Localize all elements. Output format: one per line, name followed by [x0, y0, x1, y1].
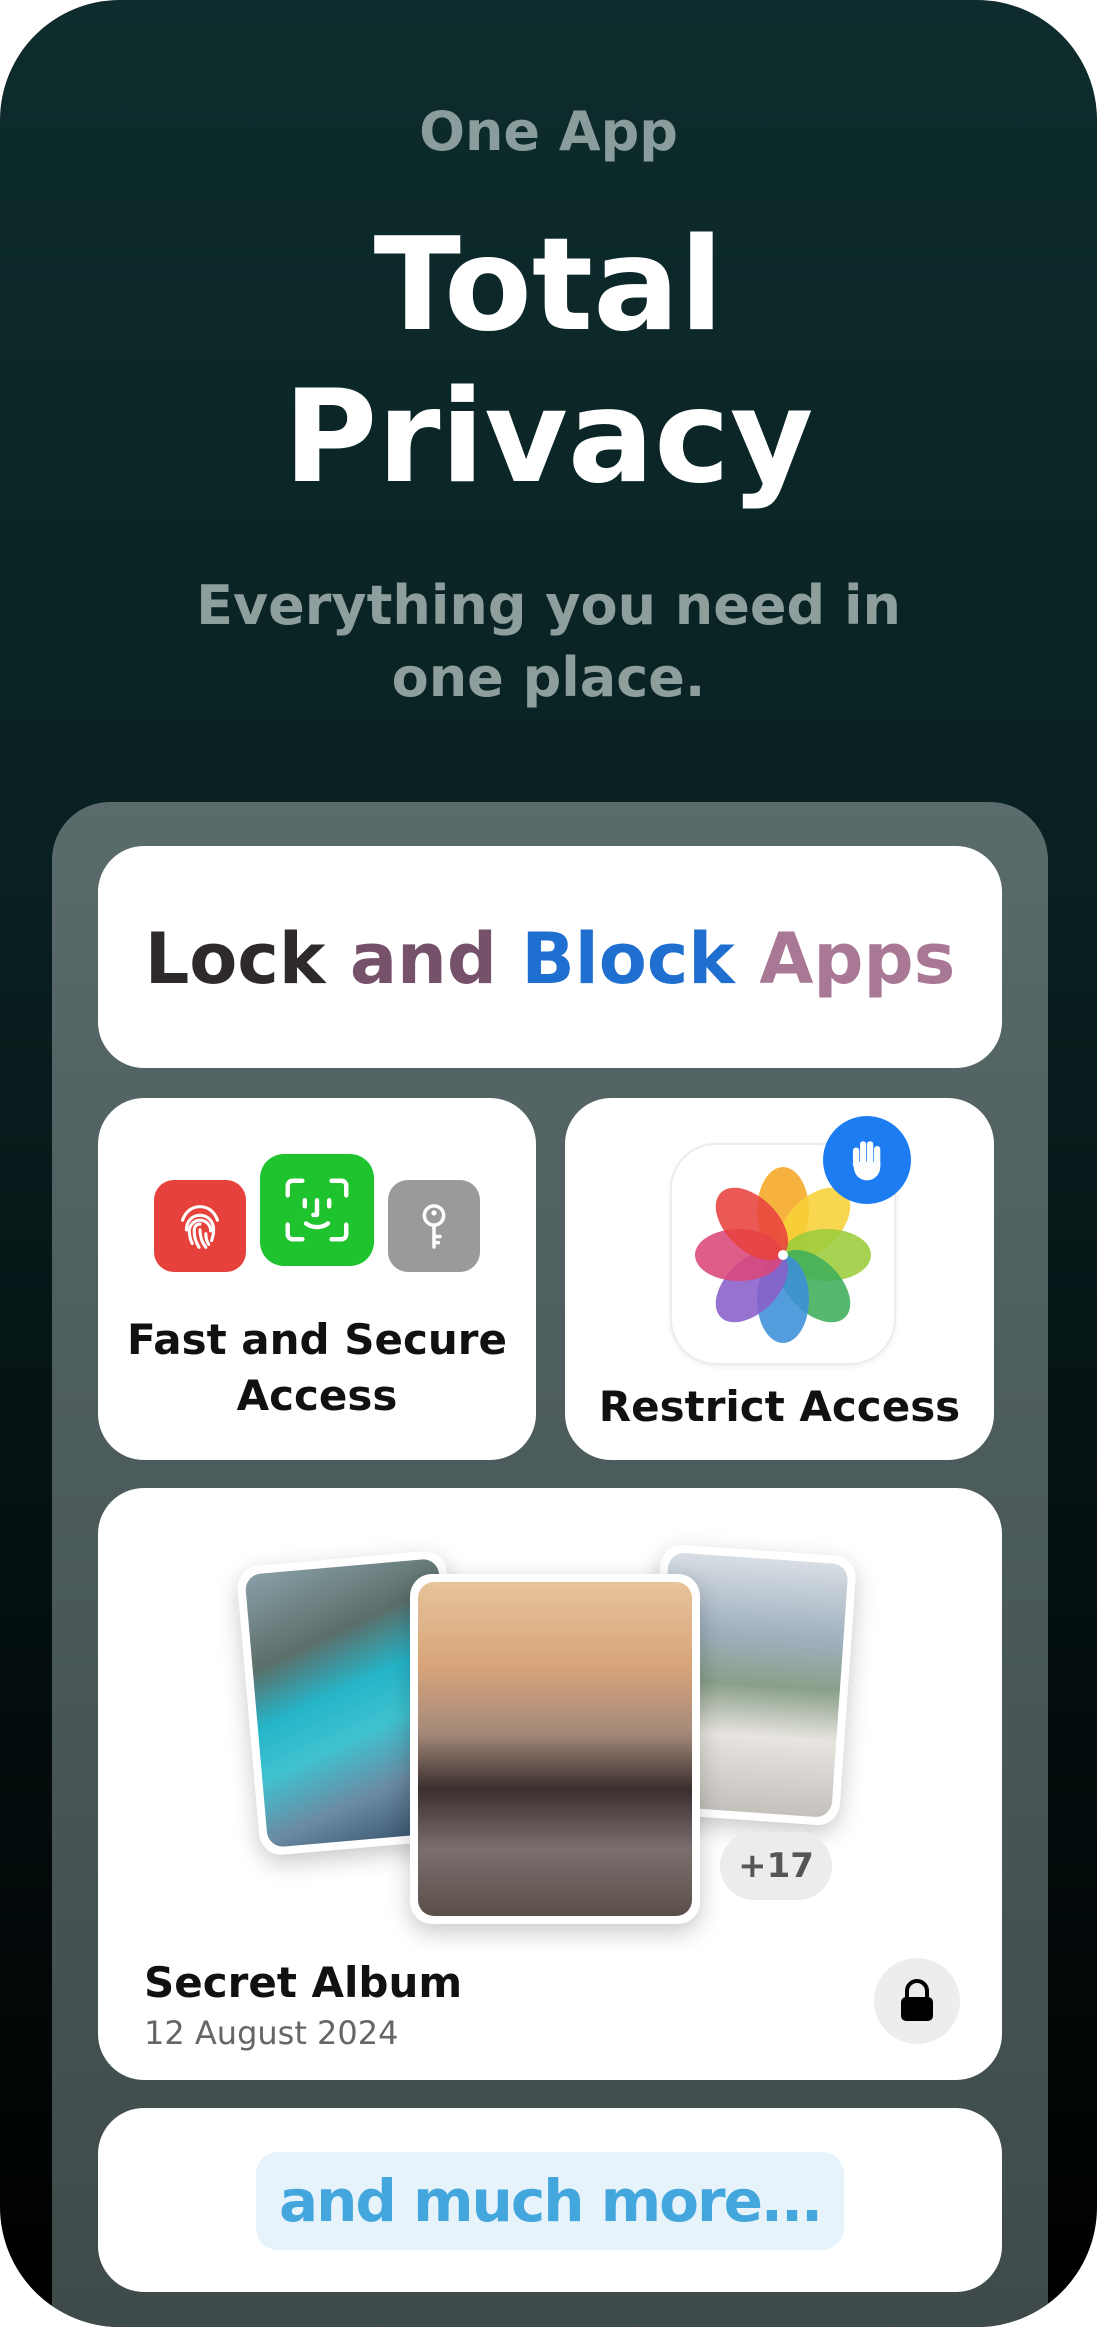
access-label-line-2: Access: [236, 1371, 398, 1420]
heading-word-apps: Apps: [759, 918, 956, 1000]
fast-secure-access-card: Fast and Secure Access: [98, 1098, 536, 1460]
features-panel: Lock and Block Apps Fast and Secure Acce…: [52, 802, 1048, 2327]
extra-photos-count: +17: [720, 1832, 832, 1900]
title-line-2: Privacy: [283, 363, 814, 512]
secret-album-card[interactable]: +17 Secret Album 12 August 2024: [98, 1488, 1002, 2080]
title-line-1: Total: [373, 211, 724, 360]
page-title: Total Privacy: [0, 210, 1097, 514]
heading-word-block: Block: [521, 918, 735, 1000]
page-subtitle: Everything you need in one place.: [196, 574, 901, 709]
more-features-card: and much more...: [98, 2108, 1002, 2292]
kicker-text: One App: [419, 100, 678, 163]
fast-secure-access-label: Fast and Secure Access: [98, 1312, 536, 1424]
heading-word-and: and: [349, 918, 497, 1000]
more-features-pill: and much more...: [256, 2152, 844, 2250]
lock-block-apps-heading: Lock and Block Apps: [98, 918, 1002, 1000]
album-name: Secret Album: [144, 1958, 463, 2007]
restrict-access-card: Restrict Access: [565, 1098, 994, 1460]
key-icon: [388, 1180, 480, 1272]
hand-stop-icon: [823, 1116, 911, 1204]
album-photo-girl: [410, 1574, 700, 1924]
onboarding-screen: One App Total Privacy Everything you nee…: [0, 0, 1097, 2327]
more-features-label: and much more...: [278, 2167, 823, 2235]
heading-word-lock: Lock: [144, 918, 326, 1000]
restrict-access-label: Restrict Access: [598, 1382, 961, 1431]
lock-block-apps-card: Lock and Block Apps: [98, 846, 1002, 1068]
album-lock-button[interactable]: [874, 1958, 960, 2044]
access-label-line-1: Fast and Secure: [127, 1315, 507, 1364]
fingerprint-icon: [154, 1180, 246, 1272]
face-id-icon: [260, 1154, 374, 1266]
album-date: 12 August 2024: [144, 2014, 399, 2052]
lock-icon: [901, 1979, 933, 2021]
